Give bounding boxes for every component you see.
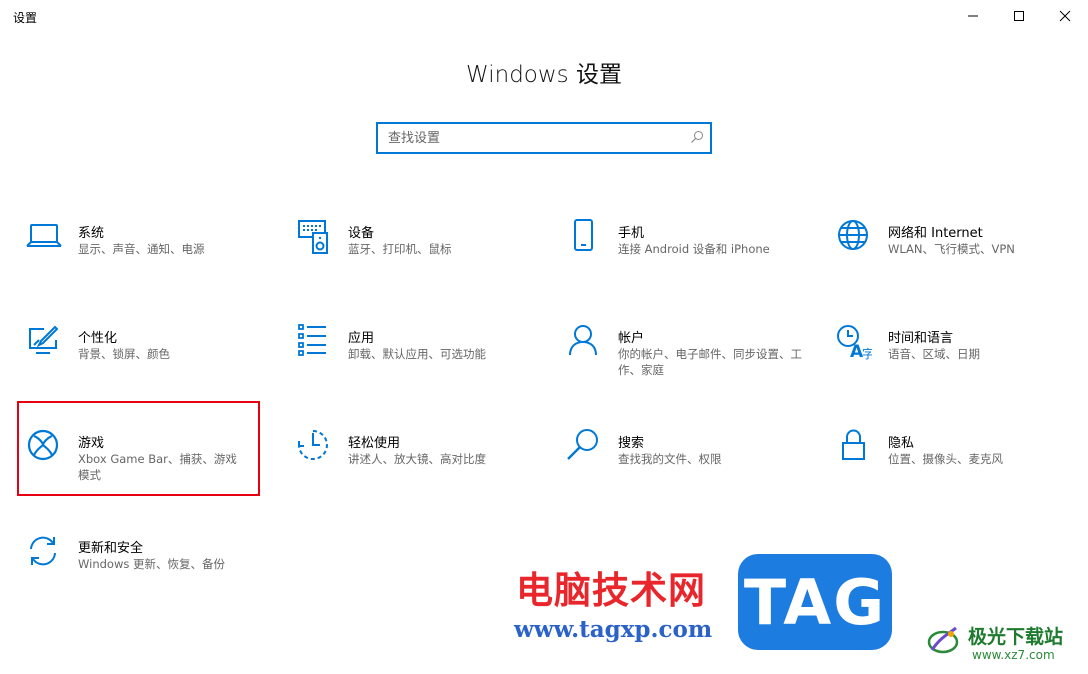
watermark-tag-logo: TAG: [738, 554, 892, 650]
tile-apps[interactable]: 应用 卸载、默认应用、可选功能: [296, 324, 541, 414]
tile-system[interactable]: 系统 显示、声音、通知、电源: [26, 219, 271, 309]
apps-list-icon: [296, 324, 332, 360]
lock-icon: [836, 429, 872, 465]
tile-name: 系统: [78, 226, 105, 241]
highlight-box: [17, 401, 260, 496]
tile-privacy[interactable]: 隐私 位置、摄像头、麦克风: [836, 429, 1081, 519]
tile-desc: 蓝牙、打印机、鼠标: [348, 242, 452, 256]
search-input[interactable]: [378, 124, 688, 152]
tile-desc: 显示、声音、通知、电源: [78, 242, 205, 256]
window-title: 设置: [13, 11, 38, 25]
search-box[interactable]: [376, 122, 712, 154]
tile-search[interactable]: 搜索 查找我的文件、权限: [566, 429, 811, 519]
watermark-site-url: www.xz7.com: [972, 648, 1055, 662]
time-language-icon: A字: [836, 324, 872, 360]
devices-icon: [296, 219, 332, 255]
tile-desc: 查找我的文件、权限: [618, 452, 722, 466]
sync-icon: [26, 534, 62, 570]
svg-text:字: 字: [862, 346, 872, 360]
tile-accounts[interactable]: 帐户 你的帐户、电子邮件、同步设置、工作、家庭: [566, 324, 811, 414]
person-icon: [566, 324, 602, 360]
watermark-url: www.tagxp.com: [514, 616, 713, 643]
tile-name: 网络和 Internet: [888, 226, 983, 241]
maximize-button[interactable]: [996, 0, 1042, 32]
watermark-tag-text: TAG: [743, 565, 887, 639]
tile-name: 帐户: [618, 331, 645, 346]
phone-icon: [566, 219, 602, 255]
tile-desc: 你的帐户、电子邮件、同步设置、工作、家庭: [618, 347, 802, 377]
laptop-icon: [26, 219, 62, 255]
title-bar: 设置: [0, 0, 1088, 32]
watermark-site-logo-icon: [927, 626, 959, 654]
tile-update-security[interactable]: 更新和安全 Windows 更新、恢复、备份: [26, 534, 271, 624]
watermark-site-name: 极光下载站: [968, 626, 1064, 648]
tile-name: 隐私: [888, 436, 915, 451]
minimize-icon: [968, 15, 978, 17]
maximize-icon: [1014, 11, 1024, 21]
ease-of-access-icon: [296, 429, 332, 465]
search-icon: [566, 429, 602, 465]
tile-name: 应用: [348, 331, 375, 346]
tile-name: 更新和安全: [78, 541, 144, 556]
tile-name: 设备: [348, 226, 375, 241]
tile-name: 手机: [618, 226, 645, 241]
tile-devices[interactable]: 设备 蓝牙、打印机、鼠标: [296, 219, 541, 309]
tile-desc: 卸载、默认应用、可选功能: [348, 347, 486, 361]
paint-icon: [26, 324, 62, 360]
tile-name: 个性化: [78, 331, 118, 346]
close-icon: [1059, 10, 1071, 22]
tile-time-language[interactable]: A字 时间和语言 语音、区域、日期: [836, 324, 1081, 414]
tile-network[interactable]: 网络和 Internet WLAN、飞行模式、VPN: [836, 219, 1081, 309]
tile-desc: Windows 更新、恢复、备份: [78, 557, 225, 571]
tile-name: 时间和语言: [888, 331, 954, 346]
tile-ease-of-access[interactable]: 轻松使用 讲述人、放大镜、高对比度: [296, 429, 541, 519]
watermark-cn-text: 电脑技术网: [516, 569, 706, 612]
tile-desc: 语音、区域、日期: [888, 347, 980, 361]
tile-desc: 位置、摄像头、麦克风: [888, 452, 1003, 466]
tile-desc: 连接 Android 设备和 iPhone: [618, 242, 770, 256]
tile-phone[interactable]: 手机 连接 Android 设备和 iPhone: [566, 219, 811, 309]
page-title: Windows 设置: [466, 62, 622, 88]
close-button[interactable]: [1042, 0, 1088, 32]
tile-desc: 讲述人、放大镜、高对比度: [348, 452, 486, 466]
tile-name: 轻松使用: [348, 436, 401, 451]
minimize-button[interactable]: [950, 0, 996, 32]
tile-desc: 背景、锁屏、颜色: [78, 347, 170, 361]
tile-name: 搜索: [618, 436, 645, 451]
globe-icon: [836, 219, 872, 255]
tile-desc: WLAN、飞行模式、VPN: [888, 242, 1015, 256]
search-icon[interactable]: [690, 130, 704, 144]
